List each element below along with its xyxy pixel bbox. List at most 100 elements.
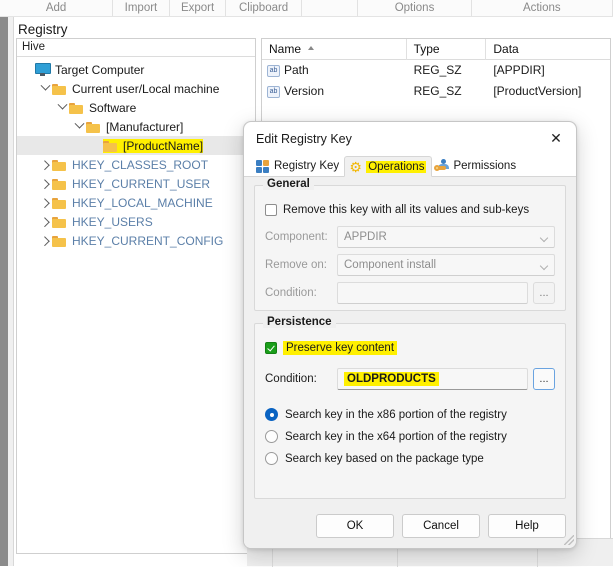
dialog-body: General Remove this key with all its val… xyxy=(244,177,576,499)
folder-icon xyxy=(103,140,118,152)
registry-values-rows[interactable]: abPathREG_SZ[APPDIR]abVersionREG_SZ[Prod… xyxy=(262,60,610,102)
tree-item-content: HKEY_LOCAL_MACHINE xyxy=(52,196,213,210)
dialog-tabstrip[interactable]: Registry Key ⚙ Operations Permissions xyxy=(244,155,576,177)
tab-permissions[interactable]: Permissions xyxy=(432,155,521,176)
window-left-edge xyxy=(0,17,8,566)
cell-data: [APPDIR] xyxy=(486,60,610,81)
cell-type: REG_SZ xyxy=(407,60,487,81)
edit-registry-key-dialog[interactable]: Edit Registry Key ✕ Registry Key ⚙ Opera… xyxy=(243,121,577,549)
close-icon[interactable]: ✕ xyxy=(536,122,576,155)
table-row[interactable]: abPathREG_SZ[APPDIR] xyxy=(262,60,610,81)
chevron-right-icon[interactable] xyxy=(38,161,52,168)
tab-registry-key-label: Registry Key xyxy=(274,160,339,172)
tree-item-content: Software xyxy=(69,101,136,115)
string-value-icon: ab xyxy=(267,86,280,98)
toolbar-group-clipboard[interactable]: Clipboard xyxy=(226,0,301,17)
resize-grip[interactable] xyxy=(564,535,574,545)
remove-on-select[interactable]: Component install xyxy=(337,254,555,276)
tree-item-0[interactable]: Target Computer xyxy=(17,60,255,79)
chevron-down-icon xyxy=(540,262,548,270)
chevron-down-icon[interactable] xyxy=(55,104,69,111)
radio-row-x86[interactable]: Search key in the x86 portion of the reg… xyxy=(265,404,555,425)
tree-item-8[interactable]: HKEY_USERS xyxy=(17,212,255,231)
toolbar-group-add[interactable]: Add xyxy=(0,0,113,17)
chevron-right-icon[interactable] xyxy=(38,218,52,225)
toolbar-group-options[interactable]: Options xyxy=(358,0,471,17)
general-group: General Remove this key with all its val… xyxy=(254,185,566,311)
table-row[interactable]: abVersionREG_SZ[ProductVersion] xyxy=(262,81,610,102)
remove-on-row[interactable]: Remove on: Component install xyxy=(265,254,555,276)
monitor-icon xyxy=(35,63,50,76)
general-condition-browse-button[interactable]: ... xyxy=(533,282,555,304)
radio-package-type[interactable] xyxy=(265,452,278,465)
tree-item-5[interactable]: HKEY_CLASSES_ROOT xyxy=(17,155,255,174)
toolbar-group-blank-4[interactable] xyxy=(302,0,359,17)
cell-name: abVersion xyxy=(262,81,407,102)
column-header-name[interactable]: Name xyxy=(262,39,407,60)
tree-item-7[interactable]: HKEY_LOCAL_MACHINE xyxy=(17,193,255,212)
radio-row-package-type[interactable]: Search key based on the package type xyxy=(265,448,555,469)
hive-tree-body[interactable]: Target Computer Current user/Local machin… xyxy=(17,57,255,250)
tree-item-2[interactable]: Software xyxy=(17,98,255,117)
folder-icon xyxy=(52,83,67,95)
dialog-titlebar[interactable]: Edit Registry Key ✕ xyxy=(244,122,576,155)
folder-icon xyxy=(86,121,101,133)
tree-item-label: Target Computer xyxy=(55,63,144,77)
tree-item-label: HKEY_LOCAL_MACHINE xyxy=(72,196,213,210)
registry-portion-radio-group[interactable]: Search key in the x86 portion of the reg… xyxy=(265,404,555,469)
tree-item-9[interactable]: HKEY_CURRENT_CONFIG xyxy=(17,231,255,250)
cancel-button[interactable]: Cancel xyxy=(402,514,480,538)
preserve-key-checkbox-row[interactable]: Preserve key content xyxy=(265,338,555,358)
tree-item-label: HKEY_CURRENT_USER xyxy=(72,177,210,191)
preserve-key-checkbox[interactable] xyxy=(265,342,277,354)
hive-tree-panel[interactable]: Hive Target Computer Current user/Local m… xyxy=(16,38,256,554)
column-header-type[interactable]: Type xyxy=(407,39,487,60)
tree-item-4[interactable]: [ProductName] xyxy=(17,136,255,155)
chevron-right-icon[interactable] xyxy=(38,180,52,187)
persistence-condition-browse-button[interactable]: ... xyxy=(533,368,555,390)
help-button[interactable]: Help xyxy=(488,514,566,538)
persistence-group-legend: Persistence xyxy=(263,316,336,328)
component-select[interactable]: APPDIR xyxy=(337,226,555,248)
toolbar-group-actions[interactable]: Actions xyxy=(472,0,613,17)
tree-item-content: HKEY_CURRENT_CONFIG xyxy=(52,234,223,248)
remove-key-checkbox[interactable] xyxy=(265,204,277,216)
toolbar-group-import[interactable]: Import xyxy=(113,0,170,17)
ok-button[interactable]: OK xyxy=(316,514,394,538)
persistence-condition-label: Condition: xyxy=(265,373,337,385)
general-condition-row[interactable]: Condition: ... xyxy=(265,282,555,304)
tree-item-content: HKEY_CLASSES_ROOT xyxy=(52,158,208,172)
toolbar-group-export[interactable]: Export xyxy=(170,0,227,17)
tree-item-content: HKEY_USERS xyxy=(52,215,153,229)
component-row[interactable]: Component: APPDIR xyxy=(265,226,555,248)
tab-operations-label: Operations xyxy=(366,161,426,173)
general-condition-input[interactable] xyxy=(337,282,528,304)
registry-grid-icon xyxy=(256,159,271,173)
tab-operations[interactable]: ⚙ Operations xyxy=(344,156,432,177)
chevron-down-icon[interactable] xyxy=(38,85,52,92)
chevron-down-icon[interactable] xyxy=(72,123,86,130)
chevron-right-icon[interactable] xyxy=(38,199,52,206)
column-header-data[interactable]: Data xyxy=(486,39,610,60)
remove-key-checkbox-row[interactable]: Remove this key with all its values and … xyxy=(265,200,555,220)
tree-item-6[interactable]: HKEY_CURRENT_USER xyxy=(17,174,255,193)
radio-x64-label: Search key in the x64 portion of the reg… xyxy=(285,431,507,443)
tab-registry-key[interactable]: Registry Key xyxy=(253,155,344,176)
persistence-condition-row[interactable]: Condition: OLDPRODUCTS ... xyxy=(265,368,555,390)
folder-icon xyxy=(52,235,67,247)
tree-item-label: [ProductName] xyxy=(123,139,203,153)
column-header-name-label: Name xyxy=(269,42,301,56)
tree-column-header-hive[interactable]: Hive xyxy=(17,39,255,57)
general-condition-label: Condition: xyxy=(265,287,337,299)
persistence-condition-value: OLDPRODUCTS xyxy=(344,372,439,386)
list-column-headers[interactable]: Name Type Data xyxy=(262,39,610,60)
radio-x86[interactable] xyxy=(265,408,278,421)
folder-icon xyxy=(69,102,84,114)
radio-x64[interactable] xyxy=(265,430,278,443)
persistence-condition-input[interactable]: OLDPRODUCTS xyxy=(337,368,528,390)
chevron-right-icon[interactable] xyxy=(38,237,52,244)
radio-row-x64[interactable]: Search key in the x64 portion of the reg… xyxy=(265,426,555,447)
tree-item-3[interactable]: [Manufacturer] xyxy=(17,117,255,136)
radio-package-type-label: Search key based on the package type xyxy=(285,453,484,465)
tree-item-1[interactable]: Current user/Local machine xyxy=(17,79,255,98)
